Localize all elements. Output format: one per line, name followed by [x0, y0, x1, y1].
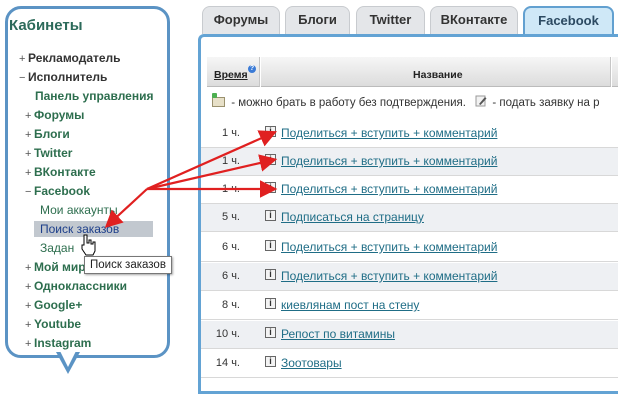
annotation-arrows [81, 130, 278, 256]
arrow-to-sidebar [104, 188, 148, 228]
mouse-cursor-icon [81, 234, 96, 256]
arrow-to-row-2 [146, 154, 278, 191]
arrow-to-row-1 [146, 130, 278, 191]
